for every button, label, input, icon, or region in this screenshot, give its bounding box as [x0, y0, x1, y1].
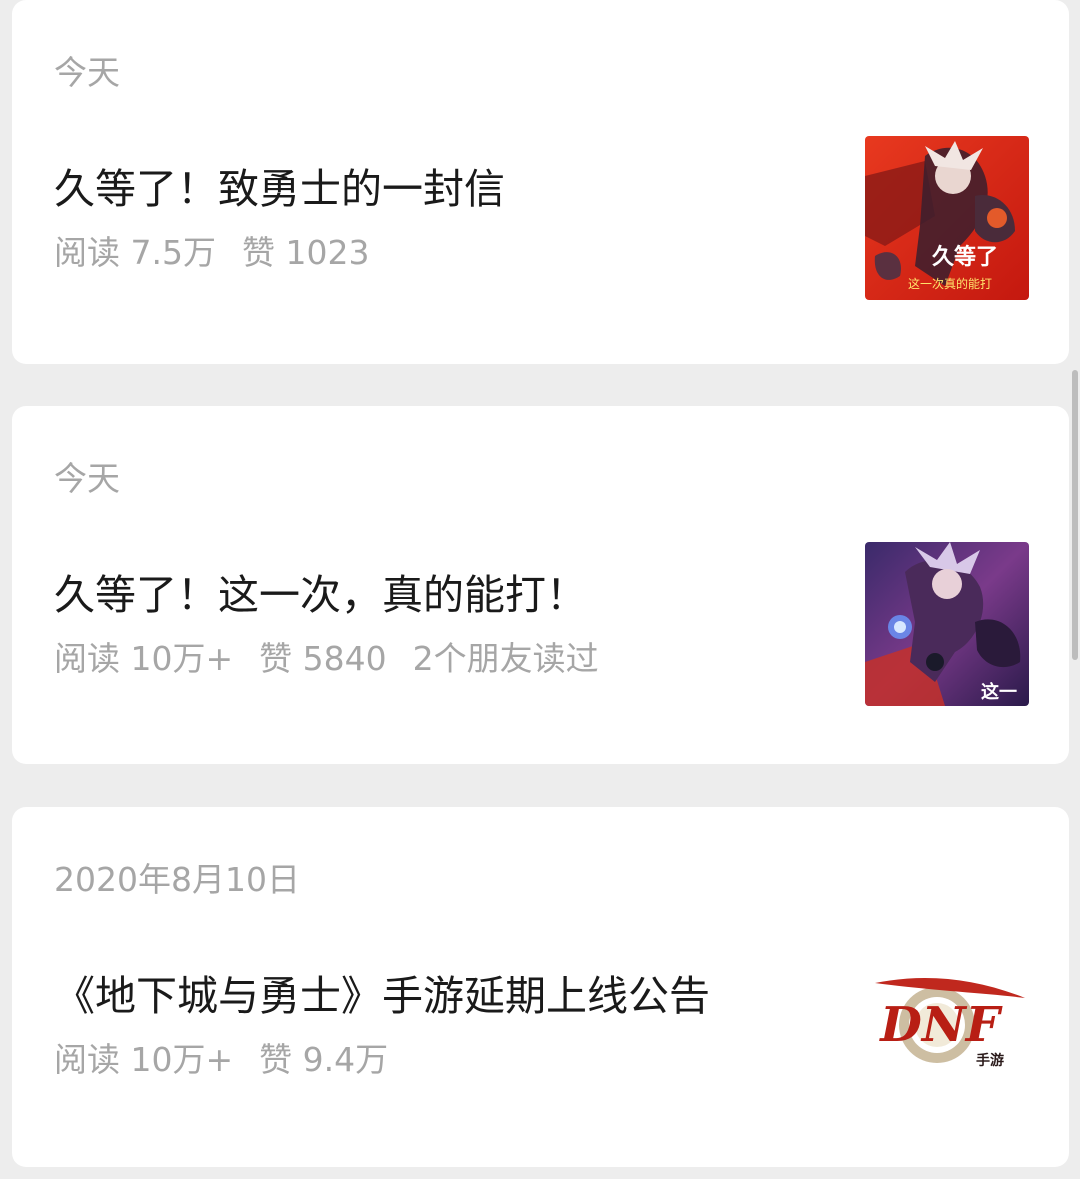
article-meta: 阅读 10万+ 赞 9.4万	[54, 1037, 388, 1083]
game-poster-purple-icon: 这一	[865, 542, 1029, 706]
thumb-subtext: 这一次真的能打	[908, 276, 992, 291]
like-count: 赞 5840	[259, 639, 387, 678]
like-count: 赞 9.4万	[259, 1040, 389, 1079]
article-date: 今天	[54, 53, 120, 92]
like-count: 赞 1023	[241, 233, 370, 272]
read-count: 阅读 10万+	[54, 1040, 234, 1079]
article-card-3[interactable]: 2020年8月10日 《地下城与勇士》手游延期上线公告 阅读 10万+ 赞 9.4…	[12, 807, 1069, 1167]
article-card-1[interactable]: 今天 久等了！致勇士的一封信 阅读 7.5万赞 1023 久等了 这一次真的能打	[12, 0, 1069, 364]
thumb-text: 这一	[981, 681, 1017, 703]
article-thumbnail[interactable]: 这一	[865, 542, 1029, 706]
read-count: 阅读 10万+	[54, 639, 234, 678]
article-thumbnail[interactable]: 久等了 这一次真的能打	[865, 136, 1029, 300]
article-thumbnail[interactable]: DNF 手游	[865, 943, 1029, 1107]
article-date: 2020年8月10日	[54, 860, 300, 899]
scrollbar[interactable]	[1072, 370, 1078, 660]
logo-text: DNF	[878, 997, 1003, 1053]
logo-subtext: 手游	[976, 1052, 1004, 1069]
article-title[interactable]: 《地下城与勇士》手游延期上线公告	[54, 967, 710, 1025]
game-poster-red-icon: 久等了 这一次真的能打	[865, 136, 1029, 300]
article-date: 今天	[54, 459, 120, 498]
article-meta: 阅读 7.5万赞 1023	[54, 230, 369, 276]
article-card-2[interactable]: 今天 久等了！这一次，真的能打！ 阅读 10万+ 赞 5840 2个朋友读过 这一	[12, 406, 1069, 764]
thumb-text: 久等了	[932, 244, 998, 270]
article-title[interactable]: 久等了！致勇士的一封信	[54, 160, 505, 218]
friends-read: 2个朋友读过	[412, 639, 599, 678]
article-meta: 阅读 10万+ 赞 5840 2个朋友读过	[54, 636, 599, 682]
read-count: 阅读 7.5万	[54, 233, 216, 272]
dnf-logo-icon: DNF 手游	[875, 978, 1025, 1069]
article-title[interactable]: 久等了！这一次，真的能打！	[54, 566, 587, 624]
